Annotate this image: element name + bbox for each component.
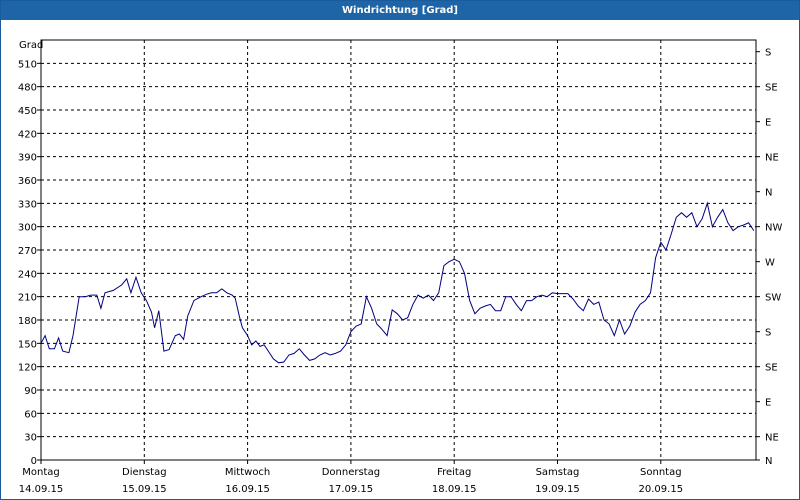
y-tick-label: 0 (31, 456, 37, 467)
right-tick-label: E (765, 398, 771, 409)
y-axis-ticks: 0 30 60 90 120 150 180 210 240 270 300 330 360 390 420… (18, 59, 41, 467)
x-tick-date-label: 19.09.15 (535, 484, 580, 495)
right-tick-label: SW (765, 293, 781, 304)
y-tick-label: 420 (18, 129, 37, 140)
x-tick-day-label: Montag (22, 467, 59, 478)
series-group (40, 201, 755, 364)
series-line (40, 201, 755, 364)
chart-plot: 0 30 60 90 120 150 180 210 240 270 300 330 360 390 420… (18, 39, 782, 495)
y-tick-label: 330 (18, 199, 37, 210)
right-tick-label: S (765, 328, 771, 339)
x-tick-date-label: 16.09.15 (225, 484, 270, 495)
y-tick-label: 450 (18, 106, 37, 117)
right-axis-ticks: N NE E SE S SW W NW N NE E SE S (756, 48, 782, 467)
right-tick-label: SE (765, 363, 778, 374)
x-tick-date-label: 17.09.15 (329, 484, 374, 495)
y-tick-label: 390 (18, 153, 37, 164)
right-tick-label: N (765, 188, 772, 199)
right-tick-label: SE (765, 83, 778, 94)
grid-lines (41, 40, 756, 460)
y-tick-label: 360 (18, 176, 37, 187)
x-tick-date-label: 18.09.15 (432, 484, 477, 495)
right-tick-label: S (765, 48, 771, 59)
x-tick-day-label: Samstag (536, 467, 580, 478)
y-tick-label: 60 (24, 409, 37, 420)
y-tick-label: 240 (18, 269, 37, 280)
right-tick-label: W (765, 258, 775, 269)
right-tick-label: NW (765, 223, 782, 234)
y-tick-label: 180 (18, 316, 37, 327)
y-tick-label: 120 (18, 363, 37, 374)
right-tick-label: NE (765, 433, 779, 444)
x-tick-date-label: 20.09.15 (639, 484, 684, 495)
y-tick-label: 300 (18, 223, 37, 234)
right-tick-label: E (765, 118, 771, 129)
y-tick-label: 270 (18, 246, 37, 257)
y-axis-label: Grad (19, 40, 43, 51)
x-axis-ticks: Montag 14.09.15 Dienstag 15.09.15 Mittwoch 16… (19, 460, 683, 495)
x-tick-day-label: Donnerstag (322, 467, 380, 478)
x-tick-day-label: Dienstag (122, 467, 167, 478)
x-tick-date-label: 15.09.15 (122, 484, 167, 495)
x-tick-day-label: Freitag (437, 467, 471, 478)
y-tick-label: 30 (24, 433, 37, 444)
y-tick-label: 90 (24, 386, 37, 397)
x-tick-day-label: Sonntag (640, 467, 682, 478)
y-tick-label: 510 (18, 59, 37, 70)
x-tick-day-label: Mittwoch (225, 467, 270, 478)
right-tick-label: N (765, 456, 772, 467)
y-tick-label: 480 (18, 83, 37, 94)
y-tick-label: 210 (18, 293, 37, 304)
x-tick-date-label: 14.09.15 (19, 484, 64, 495)
y-tick-label: 150 (18, 339, 37, 350)
right-tick-label: NE (765, 153, 779, 164)
